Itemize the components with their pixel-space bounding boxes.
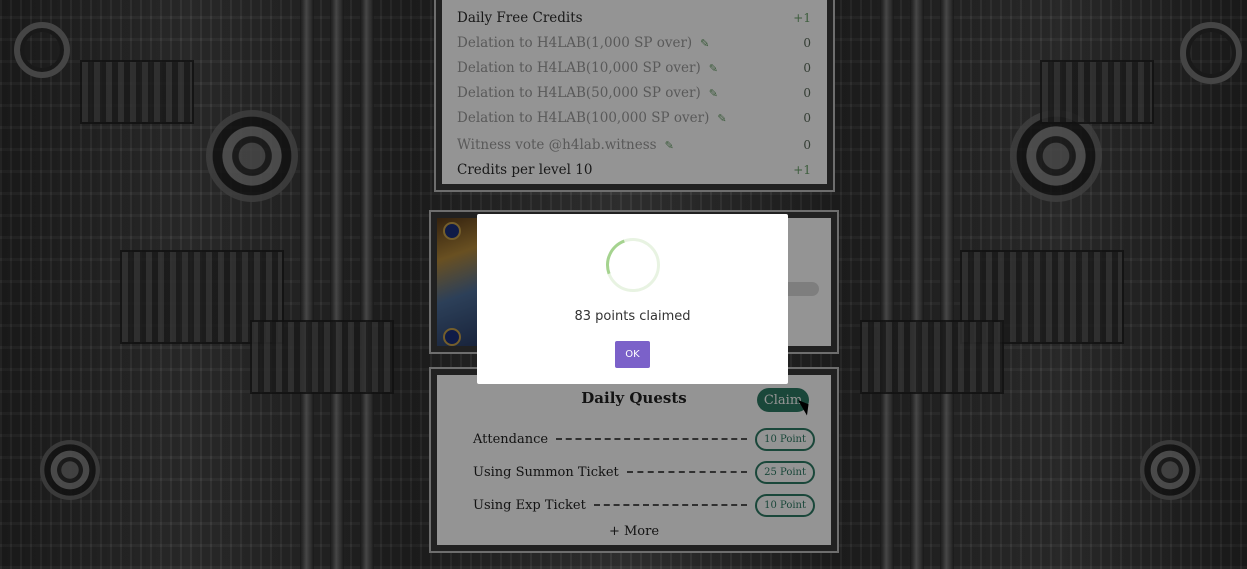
claim-result-dialog: 83 points claimed OK <box>477 214 788 384</box>
spinner-arc <box>597 229 669 301</box>
dialog-message: 83 points claimed <box>574 309 691 324</box>
ok-button[interactable]: OK <box>615 341 650 368</box>
loading-spinner-icon <box>597 229 669 301</box>
